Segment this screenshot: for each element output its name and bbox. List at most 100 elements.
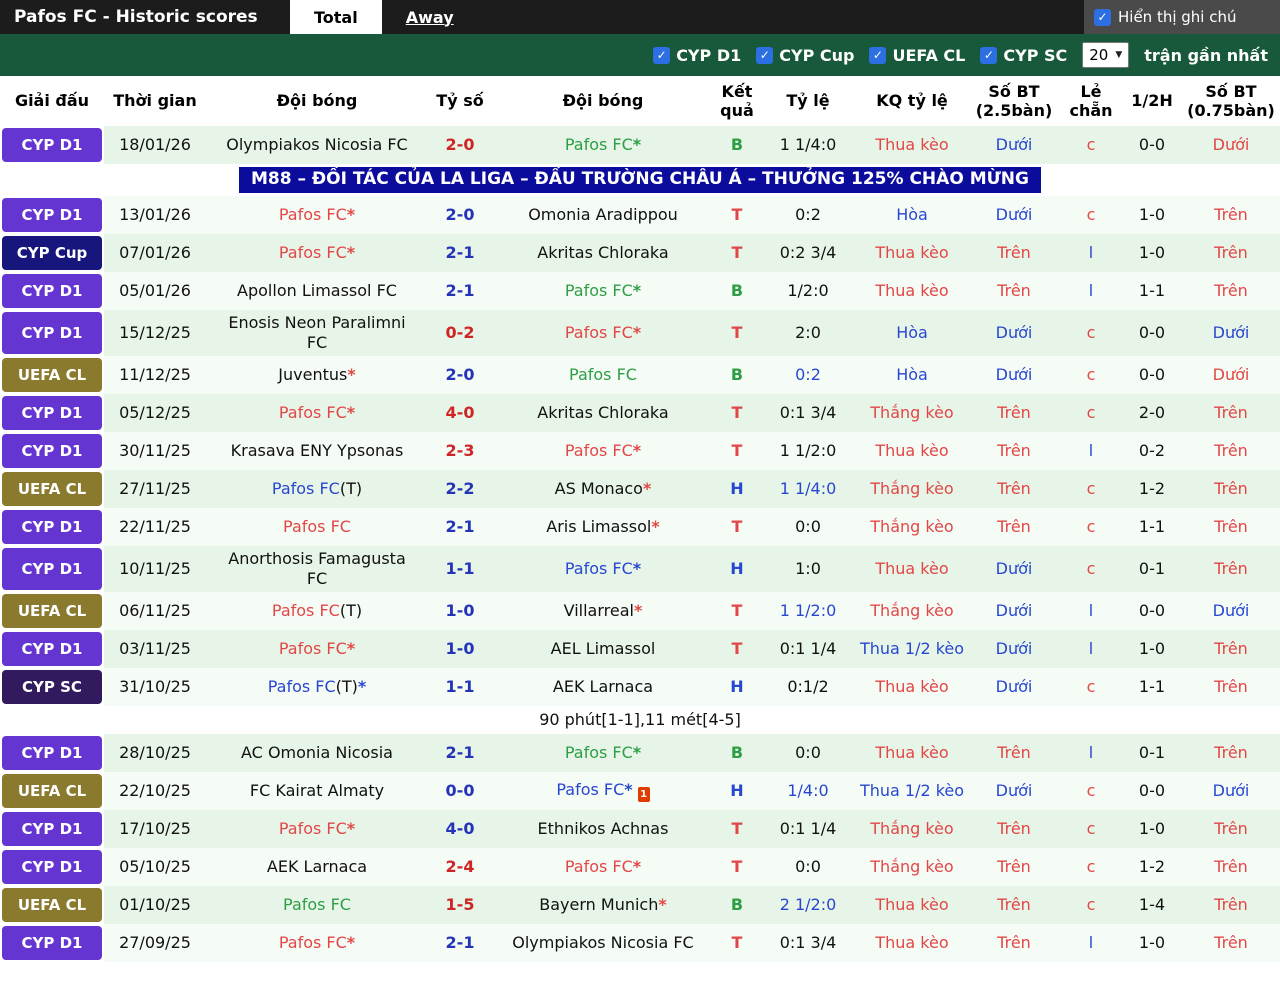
match-date: 27/09/25 — [119, 933, 191, 952]
tab-away[interactable]: Away — [382, 0, 478, 34]
match-date: 03/11/25 — [119, 639, 191, 658]
star-marker: * — [632, 135, 642, 154]
away-team: Pafos FC* — [492, 310, 714, 356]
league-cell: CYP D1 — [0, 272, 104, 310]
result-letter: T — [731, 323, 743, 342]
home-team: FC Kairat Almaty — [206, 772, 428, 810]
team-name: Olympiakos Nicosia FC — [512, 933, 694, 952]
team-name: Villarreal — [563, 601, 634, 620]
ad-banner[interactable]: M88 – ĐỐI TÁC CỦA LA LIGA – ĐẤU TRƯỜNG C… — [238, 167, 1041, 193]
match-row-18-01-26[interactable]: CYP D1 18/01/26 Olympiakos Nicosia FC 2-0 Pa… — [0, 126, 1280, 164]
match-date: 27/11/25 — [119, 479, 191, 498]
match-row-01-10-25[interactable]: UEFA CL 01/10/25 Pafos FC 1-5 Bayern Munich*… — [0, 886, 1280, 924]
team-name: Pafos FC — [278, 205, 347, 224]
half-time-score: 1-0 — [1138, 639, 1166, 658]
star-marker: * — [642, 479, 652, 498]
odd-even: c — [1086, 205, 1096, 224]
home-team: Apollon Limassol FC — [206, 272, 428, 310]
ad-row: M88 – ĐỐI TÁC CỦA LA LIGA – ĐẤU TRƯỜNG C… — [0, 164, 1280, 196]
match-row-10-11-25[interactable]: CYP D1 10/11/25 Anorthosis Famagusta FC 1-1… — [0, 546, 1280, 592]
half-time-score: 1-2 — [1138, 857, 1166, 876]
note-row: 90 phút[1-1],11 mét[4-5] — [0, 706, 1280, 734]
match-row-31-10-25[interactable]: CYP SC 31/10/25 Pafos FC(T)* 1-1 AEK Larnaca… — [0, 668, 1280, 706]
tab-total[interactable]: Total — [290, 0, 382, 34]
filter-bar: ✓ CYP D1 ✓ CYP Cup ✓ UEFA CL ✓ CYP SC 20 ▼ trận… — [0, 34, 1280, 76]
match-row-15-12-25[interactable]: CYP D1 15/12/25 Enosis Neon Paralimni FC 0-… — [0, 310, 1280, 356]
odd-even: c — [1086, 135, 1096, 154]
match-row-05-01-26[interactable]: CYP D1 05/01/26 Apollon Limassol FC 2-1 Pafo… — [0, 272, 1280, 310]
team-name: Akritas Chloraka — [537, 403, 669, 422]
match-row-05-12-25[interactable]: CYP D1 05/12/25 Pafos FC* 4-0 Akritas Chlora… — [0, 394, 1280, 432]
match-row-07-01-26[interactable]: CYP Cup 07/01/26 Pafos FC* 2-1 Akritas Chlor… — [0, 234, 1280, 272]
match-row-11-12-25[interactable]: UEFA CL 11/12/25 Juventus* 2-0 Pafos FC B 0:2 H… — [0, 356, 1280, 394]
match-row-05-10-25[interactable]: CYP D1 05/10/25 AEK Larnaca 2-4 Pafos FC* T 0:… — [0, 848, 1280, 886]
odd-even: l — [1088, 933, 1094, 952]
odd-even: c — [1086, 323, 1096, 342]
filter-checkbox[interactable]: ✓ — [756, 46, 774, 64]
league-cell: UEFA CL — [0, 886, 104, 924]
league-cell: CYP Cup — [0, 234, 104, 272]
over-under-2-5: Trên — [997, 517, 1031, 536]
team-name: Bayern Munich — [539, 895, 659, 914]
odd-even: l — [1088, 441, 1094, 460]
handicap-result: Thua kèo — [875, 243, 949, 262]
half-time-score: 2-0 — [1138, 403, 1166, 422]
match-row-17-10-25[interactable]: CYP D1 17/10/25 Pafos FC* 4-0 Ethnikos Achna… — [0, 810, 1280, 848]
team-name: Pafos FC — [271, 479, 340, 498]
final-score: 1-1 — [445, 559, 475, 578]
final-score: 2-2 — [445, 479, 475, 498]
league-cell: CYP D1 — [0, 196, 104, 234]
over-under-0-75: Dưới — [1212, 135, 1250, 154]
team-name: Pafos FC — [278, 819, 347, 838]
match-row-22-10-25[interactable]: UEFA CL 22/10/25 FC Kairat Almaty 0-0 Pafos … — [0, 772, 1280, 810]
match-row-22-11-25[interactable]: CYP D1 22/11/25 Pafos FC 2-1 Aris Limassol* T… — [0, 508, 1280, 546]
filter-checkbox[interactable]: ✓ — [980, 46, 998, 64]
note-toggle-checkbox[interactable]: ✓ — [1094, 8, 1111, 26]
filter-checkbox[interactable]: ✓ — [869, 46, 887, 64]
match-row-03-11-25[interactable]: CYP D1 03/11/25 Pafos FC* 1-0 AEL Limassol T 0… — [0, 630, 1280, 668]
team-name: Olympiakos Nicosia FC — [226, 135, 408, 154]
column-header-odds: Tỷ lệ — [760, 76, 856, 126]
match-row-28-10-25[interactable]: CYP D1 28/10/25 AC Omonia Nicosia 2-1 Pafos … — [0, 734, 1280, 772]
league-cell: CYP D1 — [0, 394, 104, 432]
star-marker: * — [632, 441, 642, 460]
team-name: Juventus — [278, 365, 348, 384]
half-time-score: 1-0 — [1138, 933, 1166, 952]
column-header-result: Kết quả — [714, 76, 760, 126]
half-time-score: 0-1 — [1138, 743, 1166, 762]
match-row-06-11-25[interactable]: UEFA CL 06/11/25 Pafos FC(T) 1-0 Villarreal*… — [0, 592, 1280, 630]
penalty-note: 90 phút[1-1],11 mét[4-5] — [0, 706, 1280, 734]
half-time-score: 1-0 — [1138, 205, 1166, 224]
match-date: 28/10/25 — [119, 743, 191, 762]
over-under-2-5: Trên — [997, 243, 1031, 262]
final-score: 2-4 — [445, 857, 475, 876]
filter-suffix-label: trận gần nhất — [1144, 45, 1268, 65]
final-score: 0-0 — [445, 781, 475, 800]
match-row-30-11-25[interactable]: CYP D1 30/11/25 Krasava ENY Ypsonas 2-3 Pafo… — [0, 432, 1280, 470]
match-row-27-11-25[interactable]: UEFA CL 27/11/25 Pafos FC(T) 2-2 AS Monaco* H… — [0, 470, 1280, 508]
match-count-select[interactable]: 20 ▼ — [1082, 42, 1130, 68]
star-marker: * — [632, 559, 642, 578]
league-badge: CYP D1 — [2, 736, 102, 770]
half-time-score: 1-4 — [1138, 895, 1166, 914]
away-team: Pafos FC* — [492, 272, 714, 310]
away-team: AEK Larnaca — [492, 668, 714, 706]
over-under-2-5: Dưới — [995, 781, 1033, 800]
column-header-away-team: Đội bóng — [492, 76, 714, 126]
match-row-13-01-26[interactable]: CYP D1 13/01/26 Pafos FC* 2-0 Omonia Aradipp… — [0, 196, 1280, 234]
league-cell: CYP D1 — [0, 432, 104, 470]
note-toggle: ✓ Hiển thị ghi chú — [1084, 0, 1280, 34]
match-date: 01/10/25 — [119, 895, 191, 914]
match-row-27-09-25[interactable]: CYP D1 27/09/25 Pafos FC* 2-1 Olympiakos Nic… — [0, 924, 1280, 962]
league-cell: CYP D1 — [0, 848, 104, 886]
home-team: Olympiakos Nicosia FC — [206, 126, 428, 164]
team-name: Pafos FC — [564, 135, 633, 154]
over-under-0-75: Trên — [1214, 205, 1248, 224]
filter-label: CYP SC — [1003, 45, 1068, 65]
league-cell: CYP D1 — [0, 924, 104, 962]
filter-checkbox[interactable]: ✓ — [653, 46, 671, 64]
team-name: Pafos FC — [564, 281, 633, 300]
result-letter: T — [731, 517, 743, 536]
top-bar: Pafos FC - Historic scores Total Away ✓ … — [0, 0, 1280, 34]
result-letter: H — [730, 677, 744, 696]
